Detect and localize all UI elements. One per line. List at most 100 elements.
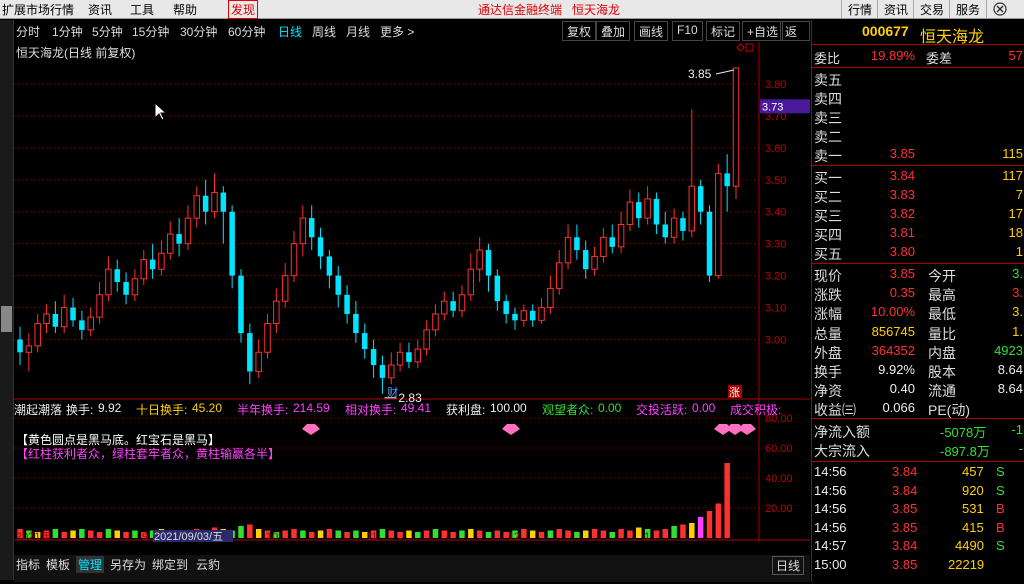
tab-bind[interactable]: 绑定到	[152, 556, 188, 573]
indicator-bar	[300, 530, 306, 538]
tab-5min[interactable]: 5分钟	[92, 23, 123, 40]
mark-button[interactable]: 标记	[706, 21, 741, 41]
stat-value: 0.066	[882, 400, 915, 416]
stat-value: 4923	[994, 342, 1023, 358]
period-selector[interactable]: 日线	[772, 556, 805, 575]
stat-row[interactable]: 换手 9.92% 股本 8.64	[812, 361, 1024, 380]
buy-level-row[interactable]: 买二 3.83 7	[812, 186, 1024, 205]
stat-row[interactable]: 涨幅 10.00% 最低 3.	[812, 303, 1024, 322]
tab-60min[interactable]: 60分钟	[228, 23, 265, 40]
indicator-bar	[308, 532, 315, 538]
candle-body	[467, 268, 475, 296]
sidebar-toggle-handle[interactable]	[1, 306, 12, 332]
quote-panel: 000677 恒天海龙 委比 19.89% 委差 57 卖五 卖四 卖三 卖二 卖一 3.…	[811, 20, 1024, 582]
close-icon[interactable]	[986, 0, 1021, 18]
indicator-item-label: 观望者众:	[542, 403, 594, 417]
sell-level-row[interactable]: 卖一 3.85 115	[812, 145, 1024, 164]
stat-row[interactable]: 收益㈢ 0.066 PE(动)	[812, 399, 1024, 418]
stat-label: 涨幅	[814, 306, 842, 323]
back-button[interactable]: 返回	[780, 21, 810, 56]
flow-row[interactable]: 大宗流入 -897.8万 -	[812, 440, 1024, 459]
tick-row[interactable]: 14:56 3.84 920 S	[812, 482, 1024, 501]
buy-level-row[interactable]: 买一 3.84 117	[812, 167, 1024, 186]
tick-time: 15:00	[814, 556, 847, 572]
tab-manage[interactable]: 管理	[76, 556, 105, 573]
tab-template[interactable]: 模板	[46, 556, 70, 573]
stat-row[interactable]: 外盘 364352 内盘 4923	[812, 342, 1024, 361]
financial-report-marker: 财	[387, 385, 398, 399]
flow-value: -897.8万	[940, 444, 990, 459]
indicator-item-label: 交投活跃:	[636, 403, 688, 417]
tab-1min[interactable]: 1分钟	[52, 23, 83, 40]
kline-chart-area[interactable]: 3.80 3.70 3.60 3.50 3.40 3.30 3.20 3.10 3.00 3.85…	[14, 42, 810, 542]
indicator-bar	[415, 532, 421, 538]
indicator-bar	[459, 530, 465, 538]
indicator-bar	[353, 530, 359, 538]
overlay-button[interactable]: 叠加	[596, 21, 631, 41]
adjust-button[interactable]: 复权	[562, 21, 597, 41]
tab-daily[interactable]: 日线	[278, 23, 302, 40]
market-button[interactable]: 行情	[841, 0, 878, 18]
menu-tools[interactable]: 工具	[130, 1, 154, 18]
indicator-bar	[291, 529, 297, 538]
tick-row[interactable]: 14:56 3.84 457 S	[812, 463, 1024, 482]
candle-body	[184, 217, 192, 245]
indicator-bar	[582, 530, 589, 538]
trade-button[interactable]: 交易	[913, 0, 950, 18]
kline-chart[interactable]: 3.803.703.603.503.403.303.203.103.003.85…	[14, 42, 810, 542]
menu-bar: 扩展市场行情 资讯 工具 帮助 发现 通达信金融终端 恒天海龙 行情 资讯 交易…	[0, 0, 1024, 19]
stat-row[interactable]: 总量 856745 量比 1.	[812, 323, 1024, 342]
indicator-item-value: 100.00	[490, 401, 527, 415]
tab-weekly[interactable]: 周线	[312, 23, 336, 40]
order-level-label: 卖二	[814, 129, 842, 145]
order-level-volume: 115	[1002, 146, 1023, 161]
stat-row[interactable]: 净资 0.40 流通 8.64	[812, 380, 1024, 399]
stat-row[interactable]: 现价 3.85 今开 3.	[812, 265, 1024, 284]
tick-row[interactable]: 14:57 3.84 4490 S	[812, 537, 1024, 556]
stat-row[interactable]: 涨跌 0.35 最高 3.	[812, 284, 1024, 303]
indicator-bar	[653, 530, 660, 538]
stat-label: 最高	[928, 287, 956, 304]
candle-body	[494, 275, 501, 302]
f10-button[interactable]: F10	[672, 21, 703, 41]
sell-level-row[interactable]: 卖二	[812, 126, 1024, 145]
menu-market[interactable]: 扩展市场行情	[2, 1, 74, 18]
buy-level-row[interactable]: 买三 3.82 17	[812, 205, 1024, 224]
tick-row[interactable]: 14:56 3.85 415 B	[812, 519, 1024, 538]
flow-row[interactable]: 净流入额 -5078万 -1	[812, 421, 1024, 440]
tab-timeshare[interactable]: 分时	[16, 23, 40, 40]
sell-level-row[interactable]: 卖五	[812, 69, 1024, 88]
candle-body	[34, 323, 41, 347]
tab-save-as[interactable]: 另存为	[110, 556, 146, 573]
indicator-bar	[282, 530, 288, 538]
tab-more[interactable]: 更多 >	[380, 23, 414, 40]
add-watchlist-button[interactable]: +自选	[742, 21, 784, 41]
tick-price: 3.85	[892, 556, 918, 572]
tab-15min[interactable]: 15分钟	[132, 23, 169, 40]
candle-body	[362, 333, 368, 350]
tick-row[interactable]: 15:00 3.85 22219	[812, 556, 1024, 575]
candle-body	[450, 301, 456, 311]
buy-level-row[interactable]: 买五 3.80 1	[812, 243, 1024, 262]
menu-discover[interactable]: 发现	[228, 0, 259, 19]
tab-30min[interactable]: 30分钟	[180, 23, 217, 40]
tick-time: 14:56	[814, 501, 847, 516]
tick-row[interactable]: 14:56 3.85 531 B	[812, 500, 1024, 519]
buy-level-row[interactable]: 买四 3.81 18	[812, 224, 1024, 243]
flow-extra: -1	[1011, 422, 1023, 437]
news-button[interactable]: 资讯	[877, 0, 914, 18]
draw-button[interactable]: 画线	[634, 21, 669, 41]
order-level-price: 3.81	[889, 225, 915, 240]
indicator-item-label: 换手:	[66, 403, 94, 417]
menu-news[interactable]: 资讯	[88, 1, 112, 18]
candle-body	[158, 252, 165, 270]
service-button[interactable]: 服务	[949, 0, 986, 18]
tab-monthly[interactable]: 月线	[346, 23, 370, 40]
indicator-item-label: 十日换手:	[136, 403, 188, 417]
menu-help[interactable]: 帮助	[173, 1, 197, 18]
sell-level-row[interactable]: 卖三	[812, 107, 1024, 126]
indicator-bar	[697, 517, 704, 538]
tab-cloud[interactable]: 云豹	[196, 556, 220, 573]
tab-indicator[interactable]: 指标	[16, 556, 40, 573]
sell-level-row[interactable]: 卖四	[812, 88, 1024, 107]
